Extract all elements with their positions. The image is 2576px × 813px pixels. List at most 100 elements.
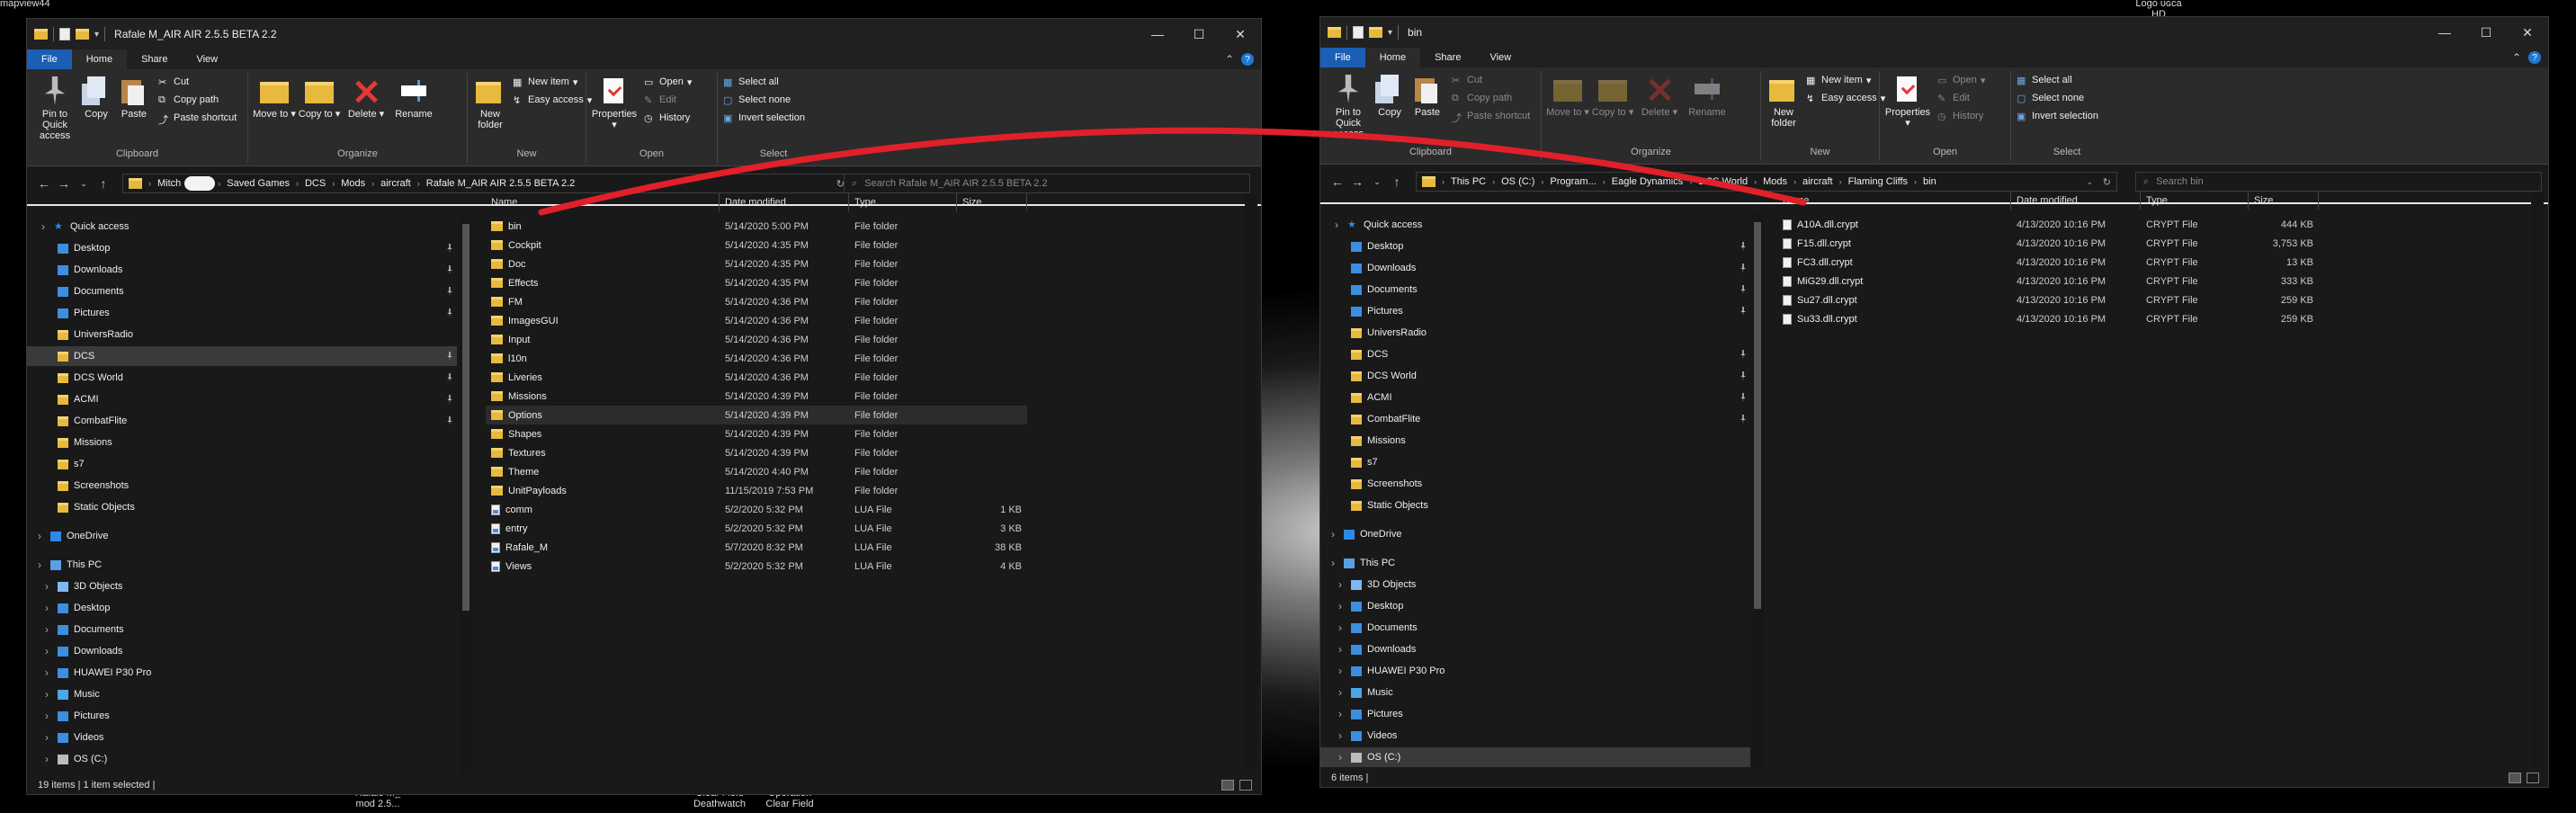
paste-button[interactable]: Paste [115, 75, 153, 120]
file-row[interactable]: Effects 5/14/2020 4:35 PM File folder [486, 273, 1027, 292]
breadcrumb-item[interactable]: aircraft [1799, 176, 1837, 187]
breadcrumb-item[interactable]: DCS World [1695, 176, 1751, 187]
sidebar-item-acmi[interactable]: ACMI [27, 389, 457, 409]
sidebar-item-desktop[interactable]: Desktop [27, 238, 457, 258]
chevron-right-icon[interactable]: › [45, 710, 52, 722]
tab-view[interactable]: View [1475, 48, 1525, 67]
chevron-right-icon[interactable]: › [1338, 708, 1346, 720]
sidebar-item-dcs[interactable]: DCS [27, 346, 457, 366]
chevron-right-icon[interactable]: › [1331, 557, 1338, 569]
sidebar-item-documents[interactable]: Documents [1320, 280, 1750, 299]
chevron-down-icon[interactable]: ⌄ [1367, 177, 1387, 187]
sidebar-item-s7[interactable]: s7 [1320, 452, 1750, 472]
new-folder-button[interactable]: New folder [1763, 73, 1804, 129]
chevron-right-icon[interactable]: › [41, 220, 49, 233]
sidebar-item-dcs[interactable]: DCS [1320, 344, 1750, 364]
file-row[interactable]: Su27.dll.crypt 4/13/2020 10:16 PM CRYPT Fi… [1777, 290, 2319, 309]
pin-icon[interactable] [447, 373, 452, 382]
cut-button[interactable]: ✂ Cut [158, 73, 189, 91]
edit-button[interactable]: ✎ Edit [644, 91, 676, 109]
sidebar-item-pictures[interactable]: Pictures [1320, 301, 1750, 321]
refresh-icon[interactable]: ↻ [2103, 176, 2111, 188]
chevron-up-icon[interactable]: ⌃ [2512, 51, 2521, 64]
file-row[interactable]: Theme 5/14/2020 4:40 PM File folder [486, 462, 1027, 481]
pin-icon[interactable] [447, 308, 452, 317]
back-arrow-icon[interactable]: ← [34, 176, 54, 191]
nav-scrollbar[interactable] [1751, 213, 1764, 771]
help-icon[interactable]: ? [2528, 51, 2541, 64]
new-item-button[interactable]: ▦ New item ▾ [1806, 71, 1871, 89]
invert-selection-button[interactable]: ▣ Invert selection [723, 109, 805, 127]
paste-button[interactable]: Paste [1409, 73, 1446, 118]
chevron-right-icon[interactable]: › [1338, 600, 1346, 612]
file-row[interactable]: Rafale_M 5/7/2020 8:32 PM LUA File 38 KB [486, 538, 1027, 557]
column-header-name[interactable]: Name [1777, 192, 2011, 210]
copy-button[interactable]: Copy [77, 75, 115, 120]
sidebar-item-downloads[interactable]: Downloads [1320, 258, 1750, 278]
file-row[interactable]: F15.dll.crypt 4/13/2020 10:16 PM CRYPT Fil… [1777, 234, 2319, 253]
up-arrow-icon[interactable]: ↑ [1387, 174, 1407, 189]
new-item-button[interactable]: ▦ New item ▾ [513, 73, 577, 91]
move-to-button[interactable]: Move to ▾ [252, 75, 297, 120]
chevron-right-icon[interactable]: › [45, 688, 52, 701]
breadcrumb-item[interactable]: DCS [301, 178, 329, 189]
chevron-right-icon[interactable]: › [45, 623, 52, 636]
breadcrumb-item[interactable]: Program... [1546, 176, 1599, 187]
breadcrumb-item[interactable]: OS (C:) [1498, 176, 1538, 187]
new-folder-icon[interactable] [76, 29, 89, 40]
file-row[interactable]: FC3.dll.crypt 4/13/2020 10:16 PM CRYPT Fil… [1777, 253, 2319, 272]
tab-home[interactable]: Home [71, 49, 128, 69]
breadcrumb-item[interactable]: Mitch [154, 178, 184, 189]
copy-to-button[interactable]: Copy to ▾ [1590, 73, 1635, 118]
file-row[interactable]: MiG29.dll.crypt 4/13/2020 10:16 PM CRYPT F… [1777, 272, 2319, 290]
easy-access-button[interactable]: ↯ Easy access ▾ [1806, 89, 1885, 107]
pin-icon[interactable] [1740, 307, 1746, 316]
chevron-right-icon[interactable]: › [1338, 643, 1346, 656]
move-to-button[interactable]: Move to ▾ [1545, 73, 1590, 118]
history-button[interactable]: ◷ History [1937, 107, 1983, 125]
rename-button[interactable]: Rename [390, 75, 437, 120]
file-row[interactable]: entry 5/2/2020 5:32 PM LUA File 3 KB [486, 519, 1027, 538]
select-none-button[interactable]: ▢ Select none [2017, 89, 2084, 107]
file-list-scrollbar[interactable] [1245, 193, 1257, 769]
sidebar-item-this-pc[interactable]: › This PC [27, 555, 457, 575]
details-view-icon[interactable] [1221, 780, 1234, 791]
pin-quick-access-button[interactable]: Pin to Quick access [1324, 73, 1373, 139]
sidebar-item-quick-access[interactable]: › ★ Quick access [1320, 215, 1750, 235]
chevron-right-icon[interactable]: › [45, 753, 52, 765]
pin-icon[interactable] [447, 416, 452, 425]
sidebar-item-dcs-world[interactable]: DCS World [1320, 366, 1750, 386]
properties-icon[interactable] [59, 28, 70, 40]
back-arrow-icon[interactable]: ← [1328, 174, 1347, 189]
copy-path-button[interactable]: ⧉ Copy path [158, 91, 219, 109]
close-button[interactable]: ✕ [1220, 19, 1261, 49]
breadcrumb-item[interactable]: Mods [337, 178, 369, 189]
file-row[interactable]: Liveries 5/14/2020 4:36 PM File folder [486, 368, 1027, 387]
breadcrumb-item[interactable]: aircraft [377, 178, 415, 189]
cut-button[interactable]: ✂ Cut [1452, 71, 1482, 89]
sidebar-item-pictures[interactable]: › Pictures [1320, 704, 1750, 724]
chevron-down-icon[interactable]: ⌄ [74, 179, 94, 189]
column-header-name[interactable]: Name [486, 193, 720, 211]
forward-arrow-icon[interactable]: → [1347, 174, 1367, 189]
breadcrumb-item[interactable]: Eagle Dynamics [1608, 176, 1686, 187]
sidebar-item-os-c[interactable]: › OS (C:) [27, 749, 457, 769]
sidebar-item-static-objects[interactable]: Static Objects [1320, 496, 1750, 515]
pin-icon[interactable] [1740, 264, 1746, 272]
pin-icon[interactable] [1740, 242, 1746, 251]
sidebar-item-downloads[interactable]: › Downloads [1320, 639, 1750, 659]
chevron-right-icon[interactable]: › [1338, 729, 1346, 742]
sidebar-item-documents[interactable]: Documents [27, 281, 457, 301]
properties-icon[interactable] [1353, 26, 1364, 39]
file-row[interactable]: Shapes 5/14/2020 4:39 PM File folder [486, 424, 1027, 443]
chevron-right-icon[interactable]: › [1338, 621, 1346, 634]
breadcrumb-item[interactable]: Flaming Cliffs [1845, 176, 1911, 187]
sidebar-item-desktop[interactable]: › Desktop [27, 598, 457, 618]
column-header-date[interactable]: Date modified [2011, 192, 2141, 210]
sidebar-item-music[interactable]: › Music [1320, 683, 1750, 702]
tab-share[interactable]: Share [127, 49, 182, 69]
file-row[interactable]: comm 5/2/2020 5:32 PM LUA File 1 KB [486, 500, 1027, 519]
sidebar-item-videos[interactable]: › Videos [1320, 726, 1750, 746]
minimize-button[interactable]: — [2424, 17, 2465, 48]
sidebar-item-screenshots[interactable]: Screenshots [1320, 474, 1750, 494]
